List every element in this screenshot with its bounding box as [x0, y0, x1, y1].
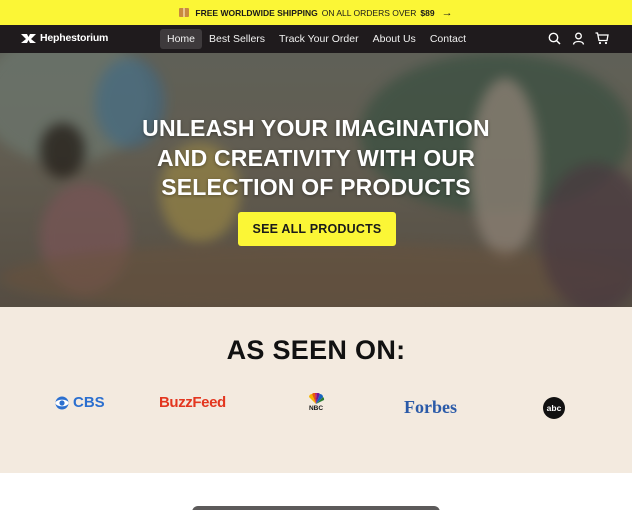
package-icon — [179, 8, 190, 17]
brand-mark-icon — [21, 33, 36, 43]
announcement-amount: $89 — [420, 7, 435, 18]
header-icons — [547, 31, 609, 45]
cart-icon[interactable] — [595, 31, 609, 45]
press-title: AS SEEN ON: — [226, 335, 406, 365]
announcement-text: ON ALL ORDERS OVER — [321, 7, 417, 18]
hero-banner: UNLEASH YOUR IMAGINATION AND CREATIVITY … — [0, 53, 632, 307]
buzzfeed-logo: BuzzFeed — [159, 394, 226, 411]
nav-item-home[interactable]: Home — [160, 29, 203, 49]
hero-title-line: UNLEASH YOUR IMAGINATION — [142, 115, 490, 141]
nav-item-about-us[interactable]: About Us — [366, 29, 423, 49]
nav-item-contact[interactable]: Contact — [423, 29, 473, 49]
nav-item-track-order[interactable]: Track Your Order — [272, 29, 366, 49]
brand-logo[interactable]: Hephestorium — [21, 32, 108, 44]
cbs-logo: CBS — [53, 394, 105, 411]
forbes-logo-text: Forbes — [404, 397, 457, 417]
cbs-eye-icon — [55, 396, 69, 409]
nbc-logo: NBC — [306, 393, 326, 412]
hero-title: UNLEASH YOUR IMAGINATION AND CREATIVITY … — [0, 114, 632, 203]
main-menu: Home Best Sellers Track Your Order About… — [160, 29, 473, 49]
press-section: AS SEEN ON: CBS BuzzFeed NBC Forbes abc — [0, 307, 632, 473]
nbc-peacock-icon — [309, 393, 325, 404]
nav-item-best-sellers[interactable]: Best Sellers — [202, 29, 272, 49]
hero-title-line: SELECTION OF PRODUCTS — [161, 174, 471, 200]
abc-logo: abc — [543, 397, 565, 419]
brand-name: Hephestorium — [40, 32, 109, 44]
announcement-bar[interactable]: FREE WORLDWIDE SHIPPING ON ALL ORDERS OV… — [0, 0, 632, 25]
top-navigation: Hephestorium Home Best Sellers Track You… — [0, 25, 632, 53]
see-all-products-button[interactable]: SEE ALL PRODUCTS — [238, 212, 396, 246]
buzzfeed-logo-text: BuzzFeed — [159, 394, 226, 411]
cbs-logo-text: CBS — [73, 394, 105, 411]
hero-title-line: AND CREATIVITY WITH OUR — [156, 144, 476, 171]
account-icon[interactable] — [571, 31, 585, 45]
forbes-logo: Forbes — [404, 397, 457, 418]
arrow-right-icon: → — [441, 6, 453, 19]
next-section-banner[interactable] — [192, 506, 440, 510]
search-icon[interactable] — [547, 31, 561, 45]
announcement-bold: FREE WORLDWIDE SHIPPING — [195, 7, 318, 18]
nbc-logo-text: NBC — [308, 405, 324, 412]
abc-logo-text: abc — [546, 403, 562, 413]
